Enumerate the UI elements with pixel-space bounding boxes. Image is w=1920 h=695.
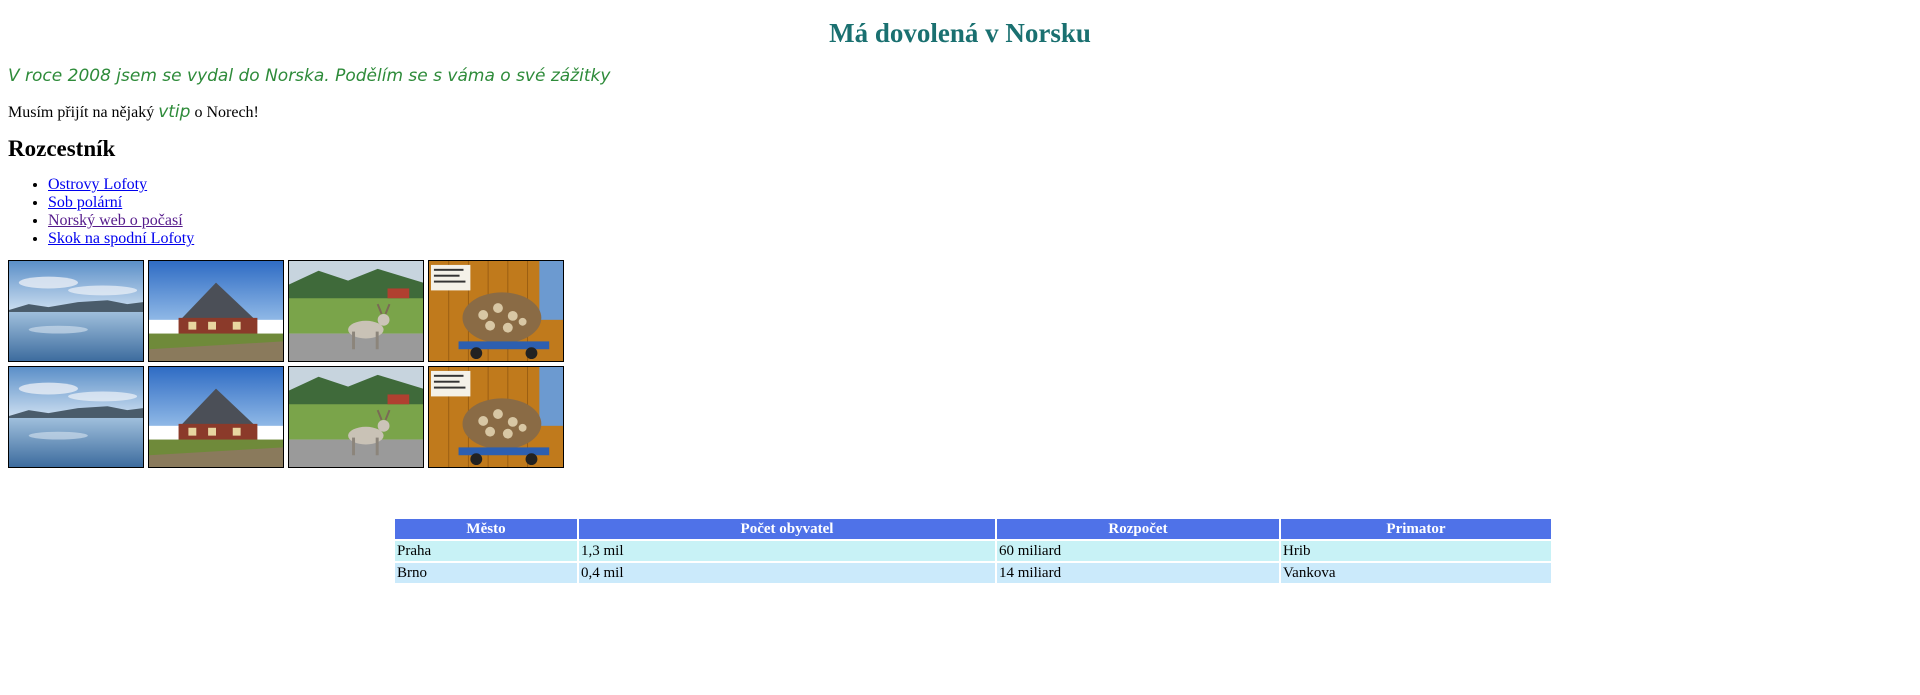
column-header-rozpocet: Rozpočet: [997, 519, 1279, 539]
column-header-pocet-obyvatel: Počet obyvatel: [579, 519, 995, 539]
table-cell: Hrib: [1281, 541, 1551, 561]
gallery-row: [8, 260, 608, 362]
joke-word: vtip: [158, 102, 191, 122]
link-ostrovy-lofoty[interactable]: Ostrovy Lofoty: [48, 176, 147, 193]
firewood-cart-photo[interactable]: [428, 366, 564, 468]
nav-item: Sob polární: [48, 194, 1912, 212]
table-row: Brno 0,4 mil 14 miliard Vankova: [395, 563, 1551, 583]
turf-house-photo[interactable]: [148, 260, 284, 362]
table-cell: Praha: [395, 541, 577, 561]
nav-item: Ostrovy Lofoty: [48, 176, 1912, 194]
lake-photo[interactable]: [8, 260, 144, 362]
turf-house-photo[interactable]: [148, 366, 284, 468]
table-cell: 1,3 mil: [579, 541, 995, 561]
gallery-row: [8, 366, 608, 468]
page-title: Má dovolená v Norsku: [829, 18, 1091, 48]
link-norsky-web-o-pocasi[interactable]: Norský web o počasí: [48, 212, 183, 229]
joke-line: Musím přijít na nějaký vtip o Norech!: [8, 101, 1912, 124]
table-cell: Vankova: [1281, 563, 1551, 583]
nav-list: Ostrovy Lofoty Sob polární Norský web o …: [8, 176, 1912, 248]
photo-gallery: [8, 260, 608, 468]
nav-heading: Rozcestník: [8, 136, 116, 161]
table-header-row: Město Počet obyvatel Rozpočet Primator: [395, 519, 1551, 539]
table-cell: 60 miliard: [997, 541, 1279, 561]
table-cell: 0,4 mil: [579, 563, 995, 583]
page-subtitle: V roce 2008 jsem se vydal do Norska. Pod…: [8, 66, 611, 86]
lake-photo[interactable]: [8, 366, 144, 468]
joke-text-before: Musím přijít na nějaký: [8, 104, 159, 121]
cities-table: Město Počet obyvatel Rozpočet Primator P…: [393, 517, 1553, 585]
reindeer-photo[interactable]: [288, 260, 424, 362]
column-header-mesto: Město: [395, 519, 577, 539]
nav-item: Skok na spodní Lofoty: [48, 230, 1912, 248]
link-skok-na-spodni-lofoty[interactable]: Skok na spodní Lofoty: [48, 230, 194, 247]
firewood-cart-photo[interactable]: [428, 260, 564, 362]
table-row: Praha 1,3 mil 60 miliard Hrib: [395, 541, 1551, 561]
column-header-primator: Primator: [1281, 519, 1551, 539]
reindeer-photo[interactable]: [288, 366, 424, 468]
link-sob-polarni[interactable]: Sob polární: [48, 194, 122, 211]
table-cell: 14 miliard: [997, 563, 1279, 583]
table-cell: Brno: [395, 563, 577, 583]
nav-item: Norský web o počasí: [48, 212, 1912, 230]
joke-text-after: o Norech!: [190, 104, 259, 121]
page: Má dovolená v Norsku V roce 2008 jsem se…: [0, 0, 1920, 583]
